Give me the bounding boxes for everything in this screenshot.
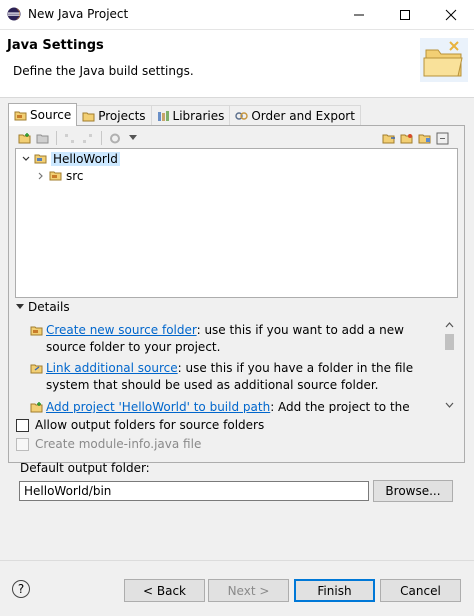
link-source-icon[interactable] (34, 130, 51, 146)
collapse-all-icon[interactable] (434, 130, 451, 146)
add-project-build-path-link[interactable]: Add project 'HelloWorld' to build path (46, 400, 270, 413)
details-toggle[interactable]: Details (16, 300, 70, 314)
libraries-tab-icon (157, 111, 169, 121)
add-source-folder-icon[interactable] (16, 130, 33, 146)
browse-button[interactable]: Browse... (373, 480, 453, 502)
expand-all-icon[interactable] (380, 130, 397, 146)
details-panel: Create new source folder: use this if yo… (26, 318, 456, 413)
wizard-header: Java Settings Define the Java build sett… (0, 30, 474, 98)
allow-output-folders-option[interactable]: Allow output folders for source folders (16, 418, 264, 432)
page-title: Java Settings (7, 38, 104, 53)
title-bar: New Java Project (0, 0, 474, 30)
tab-libraries-label: Libraries (172, 109, 225, 123)
source-toolbar (8, 128, 458, 148)
chevron-down-icon[interactable] (21, 154, 31, 164)
next-button: Next > (208, 579, 289, 602)
tree-item-project[interactable]: HelloWorld (21, 150, 120, 167)
page-description: Define the Java build settings. (13, 64, 194, 78)
cancel-button[interactable]: Cancel (380, 579, 461, 602)
allow-output-folders-checkbox[interactable] (16, 418, 29, 432)
toolbar-separator (101, 131, 102, 145)
link-folder-icon (30, 362, 43, 379)
tree-item-src[interactable]: src (36, 167, 84, 184)
tab-projects[interactable]: Projects (76, 105, 152, 126)
scroll-up-icon[interactable] (445, 322, 454, 328)
dropdown-arrow-icon[interactable] (124, 130, 141, 146)
new-project-folder-icon (420, 38, 468, 85)
back-button[interactable]: < Back (124, 579, 205, 602)
toolbar-separator (56, 131, 57, 145)
tree-toolbar-right (380, 130, 452, 146)
create-module-info-label: Create module-info.java file (35, 437, 202, 451)
close-icon (445, 9, 457, 21)
allow-output-folders-label: Allow output folders for source folders (35, 418, 265, 432)
window-title: New Java Project (28, 7, 129, 21)
detail-link-source: Link additional source: use this if you … (30, 360, 434, 394)
tree-item-label: src (66, 168, 84, 183)
new-folder-icon[interactable] (398, 130, 415, 146)
source-folder-icon (49, 171, 62, 181)
tree-item-label: HelloWorld (51, 151, 120, 166)
tab-source[interactable]: Source (8, 103, 78, 126)
finish-button[interactable]: Finish (294, 579, 375, 602)
source-tree[interactable]: HelloWorld src (15, 148, 458, 298)
order-export-tab-icon (235, 112, 249, 120)
projects-tab-icon (82, 112, 95, 122)
scroll-down-icon[interactable] (445, 402, 454, 408)
maximize-button[interactable] (382, 0, 428, 30)
exclude-icon[interactable] (79, 130, 96, 146)
eclipse-app-icon (7, 7, 21, 24)
scrollbar-thumb[interactable] (445, 334, 454, 350)
tab-libraries[interactable]: Libraries (150, 105, 231, 126)
include-exclude-icon[interactable] (61, 130, 78, 146)
details-scrollbar[interactable] (441, 318, 458, 413)
output-folder-label: Default output folder: (20, 461, 150, 475)
chevron-right-icon[interactable] (36, 171, 46, 181)
tab-source-label: Source (30, 108, 72, 122)
configure-icon[interactable] (106, 130, 123, 146)
new-source-folder-icon (30, 324, 43, 341)
close-button[interactable] (428, 0, 474, 30)
footer-divider (0, 560, 474, 561)
create-module-info-checkbox (16, 437, 29, 451)
folder-settings-icon[interactable] (416, 130, 433, 146)
tab-order-export[interactable]: Order and Export (229, 105, 361, 126)
caret-down-icon (16, 304, 24, 309)
tab-projects-label: Projects (98, 109, 146, 123)
output-folder-input[interactable] (19, 481, 369, 501)
create-source-folder-link[interactable]: Create new source folder (46, 323, 197, 337)
detail-create-source: Create new source folder: use this if yo… (30, 322, 434, 356)
link-additional-source-link[interactable]: Link additional source (46, 361, 178, 375)
minimize-button[interactable] (336, 0, 382, 30)
help-icon[interactable]: ? (12, 580, 30, 598)
settings-tabs: Source Projects Libraries Order and Expo… (8, 103, 361, 126)
create-module-info-option: Create module-info.java file (16, 437, 201, 451)
source-tab-icon (14, 111, 27, 121)
detail-add-project: Add project 'HelloWorld' to build path: … (30, 399, 434, 413)
add-to-build-path-icon (30, 401, 43, 413)
tab-order-export-label: Order and Export (251, 109, 355, 123)
details-label: Details (28, 300, 70, 314)
java-project-icon (34, 154, 47, 164)
